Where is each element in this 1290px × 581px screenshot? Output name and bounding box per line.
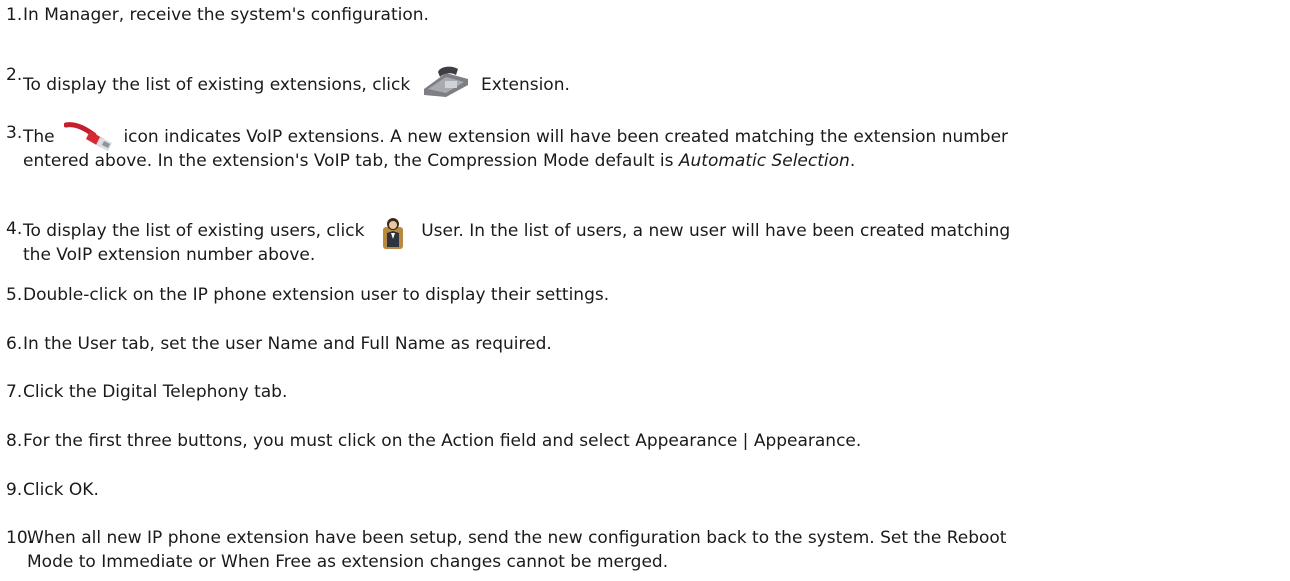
step-5: 5. Double-click on the IP phone extensio… [6, 283, 609, 307]
step-2: 2. To display the list of existing exten… [6, 63, 570, 97]
step-text-end: . [849, 151, 856, 171]
step-text: Click the Digital Telephony tab. [23, 382, 288, 402]
step-text: To display the list of existing extensio… [23, 75, 411, 95]
step-text: The [23, 127, 55, 147]
step-text-line2: entered above. In the extension's VoIP t… [23, 151, 674, 171]
step-10: 10. When all new IP phone extension have… [6, 526, 1006, 574]
step-8: 8. For the first three buttons, you must… [6, 429, 861, 453]
step-text: icon indicates VoIP extensions. A new ex… [123, 127, 1009, 147]
step-number: 1. [6, 5, 23, 25]
step-text: In the User tab, set the user Name and F… [23, 334, 552, 354]
step-6: 6. In the User tab, set the user Name an… [6, 332, 552, 356]
compression-mode-value: Automatic Selection [678, 151, 850, 171]
user-icon[interactable] [382, 217, 404, 249]
network-cable-icon [64, 121, 114, 155]
step-number: 3. [6, 123, 23, 143]
step-number: 6. [6, 334, 23, 354]
step-text-line2: the VoIP extension number above. [23, 245, 316, 265]
step-number: 2. [6, 65, 23, 85]
step-text: For the first three buttons, you must cl… [23, 431, 862, 451]
step-number: 4. [6, 219, 23, 239]
step-number: 10. [6, 528, 34, 548]
step-7: 7. Click the Digital Telephony tab. [6, 380, 287, 404]
step-text: Double-click on the IP phone extension u… [23, 285, 610, 305]
step-text: User. In the list of users, a new user w… [421, 221, 1011, 241]
step-number: 8. [6, 431, 23, 451]
phone-icon[interactable] [418, 63, 472, 103]
step-number: 5. [6, 285, 23, 305]
step-1: 1. In Manager, receive the system's conf… [6, 3, 429, 27]
step-text: Extension. [481, 75, 570, 95]
step-number: 9. [6, 480, 23, 500]
step-text-line2: Mode to Immediate or When Free as extens… [27, 552, 669, 572]
step-number: 7. [6, 382, 23, 402]
step-3: 3. The icon indicates VoIP extensions. A… [6, 121, 1008, 173]
step-9: 9. Click OK. [6, 478, 99, 502]
step-text: When all new IP phone extension have bee… [27, 528, 1007, 548]
step-4: 4. To display the list of existing users… [6, 217, 1010, 267]
step-text: Click OK. [23, 480, 99, 500]
step-text: In Manager, receive the system's configu… [23, 5, 429, 25]
step-text: To display the list of existing users, c… [23, 221, 365, 241]
